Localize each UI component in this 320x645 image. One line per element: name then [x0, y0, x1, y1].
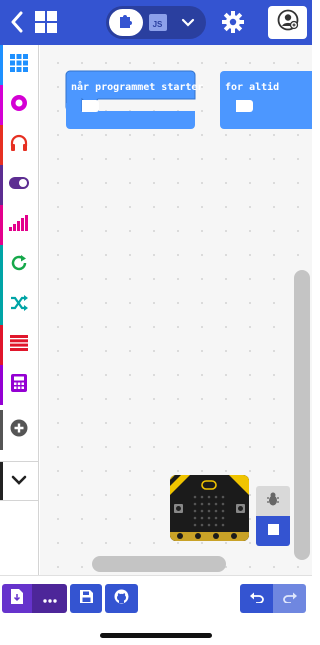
vertical-scrollbar[interactable] — [294, 270, 310, 560]
toolbox-category-extensions[interactable] — [0, 410, 38, 450]
editor-toggle: JS — [106, 6, 206, 39]
toolbox-more-button[interactable] — [0, 461, 38, 501]
js-label: JS — [153, 20, 163, 29]
github-icon — [114, 589, 129, 609]
workspace-blocks — [65, 70, 312, 129]
home-indicator — [100, 633, 212, 638]
undo-button[interactable] — [240, 584, 273, 613]
microbit-simulator[interactable] — [170, 475, 249, 541]
toolbox-category-radio[interactable] — [0, 205, 38, 245]
download-file-icon — [11, 588, 23, 609]
plus-circle-icon — [10, 419, 28, 442]
shuffle-icon — [10, 294, 28, 316]
makecode-editor: JS når programmet starter for altid — [0, 0, 312, 645]
more-options-button[interactable] — [32, 584, 67, 613]
refresh-icon — [10, 254, 28, 277]
toolbox-category-music[interactable] — [0, 125, 38, 165]
debug-button[interactable] — [256, 486, 290, 516]
list-icon — [10, 334, 28, 356]
toolbox-category-logic[interactable] — [0, 285, 38, 325]
toolbox-category-math[interactable] — [0, 365, 38, 405]
signal-bars-icon — [9, 214, 29, 236]
forever-block — [220, 71, 312, 129]
circle-dot-icon — [10, 94, 28, 117]
grid-icon — [10, 53, 28, 77]
javascript-editor-button[interactable]: JS — [149, 14, 167, 31]
chevron-down-icon[interactable] — [178, 13, 198, 33]
toolbox-category-loops[interactable] — [0, 245, 38, 285]
chevron-left-icon[interactable] — [6, 8, 28, 36]
user-button[interactable] — [268, 6, 307, 39]
chevron-down-icon — [11, 472, 27, 490]
bug-icon — [266, 492, 280, 511]
ellipsis-icon — [42, 590, 57, 608]
stop-simulator-button[interactable] — [256, 516, 290, 546]
toolbox-category-basic[interactable] — [0, 45, 38, 85]
undo-icon — [249, 590, 264, 608]
toolbox-category-variables[interactable] — [0, 325, 38, 365]
horizontal-scrollbar[interactable] — [92, 556, 226, 572]
top-menu-bar: JS — [0, 0, 312, 45]
redo-button[interactable] — [273, 584, 306, 613]
toggle-icon — [9, 176, 29, 194]
user-circle-icon — [277, 9, 299, 36]
on-start-block-label[interactable]: når programmet starter — [71, 82, 203, 93]
toolbox-category-led[interactable] — [0, 165, 38, 205]
github-button[interactable] — [105, 584, 138, 613]
headphones-icon — [10, 134, 28, 157]
floppy-disk-icon — [79, 589, 93, 608]
puzzle-icon — [119, 12, 133, 33]
download-button[interactable] — [2, 584, 32, 613]
forever-block-label[interactable]: for altid — [225, 82, 279, 93]
redo-icon — [282, 590, 297, 608]
calculator-icon — [11, 373, 27, 397]
save-button[interactable] — [70, 584, 102, 613]
toolbox-sidebar — [0, 45, 39, 575]
stop-square-icon — [267, 522, 279, 540]
toolbox-category-input[interactable] — [0, 85, 38, 125]
blocks-editor-button[interactable] — [109, 9, 143, 36]
gear-icon[interactable] — [221, 10, 245, 34]
bottom-toolbar — [0, 575, 312, 645]
grid-home-icon[interactable] — [35, 11, 57, 33]
